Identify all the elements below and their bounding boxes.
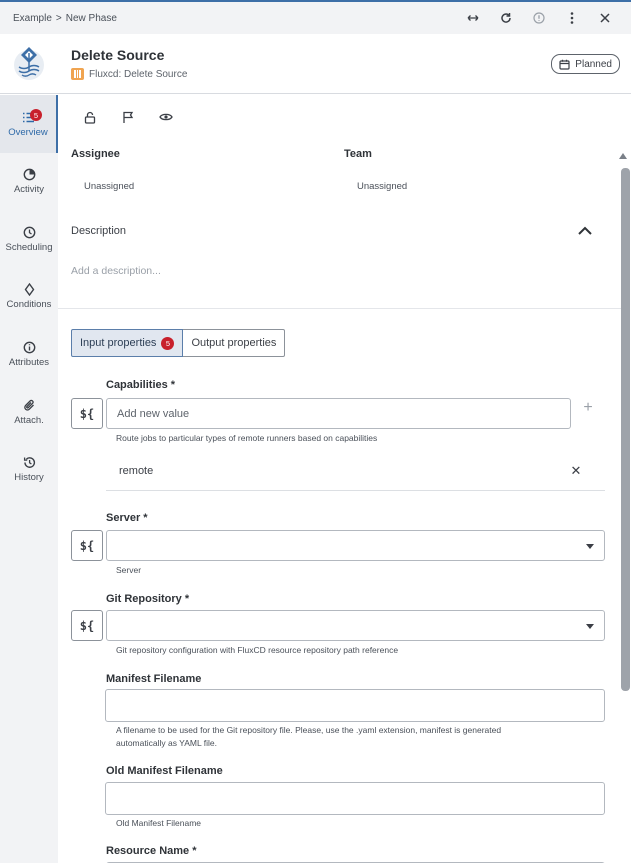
capabilities-variable-button[interactable]: ${ [71,398,103,429]
calendar-icon [559,59,570,70]
git-repository-label: Git Repository * [106,593,190,605]
phase-header: Delete Source Fluxcd: Delete Source Plan… [0,34,631,94]
sidebar-item-conditions[interactable]: Conditions [0,267,58,325]
divider [58,308,623,309]
sidebar-item-overview[interactable]: 5 Overview [0,95,58,153]
sidebar-item-scheduling[interactable]: Scheduling [0,210,58,268]
task-type-label: Fluxcd: Delete Source [89,68,188,80]
tab-input-properties[interactable]: Input properties 5 [71,329,184,357]
sidebar-item-attributes[interactable]: Attributes [0,325,58,383]
capabilities-help: Route jobs to particular types of remote… [116,433,378,443]
tab-label: Input properties [80,337,157,349]
more-vertical-icon[interactable] [555,2,588,34]
properties-tabs: Input properties 5 Output properties [71,329,286,357]
breadcrumb: Example > New Phase [13,13,117,24]
capabilities-label: Capabilities * [106,379,176,391]
pie-clock-icon [23,168,35,180]
breadcrumb-root[interactable]: Example [13,13,52,24]
sidebar-item-history[interactable]: History [0,440,58,498]
sidebar: 5 Overview Activity Scheduling Condition… [0,95,58,863]
manifest-filename-help: A filename to be used for the Git reposi… [116,724,501,750]
refresh-icon[interactable] [489,2,522,34]
history-icon [23,456,35,468]
capabilities-input[interactable]: Add new value [106,398,571,429]
old-manifest-filename-label: Old Manifest Filename [106,765,223,777]
clock-icon [23,226,35,238]
manifest-filename-help-line: A filename to be used for the Git reposi… [116,725,502,735]
capability-value: remote [119,465,154,477]
server-label: Server * [106,512,148,524]
team-value[interactable]: Unassigned [357,181,407,192]
task-type-icon [71,68,84,80]
sidebar-item-label: Attach. [14,414,44,426]
breadcrumb-current: New Phase [65,12,117,24]
git-repository-help: Git repository configuration with FluxCD… [116,645,399,655]
dropdown-caret-icon [586,544,594,549]
git-repository-variable-button[interactable]: ${ [71,610,103,641]
sidebar-item-attach[interactable]: Attach. [0,383,58,441]
flux-logo-icon [14,47,44,80]
diamond-icon [24,282,34,296]
server-help: Server [116,565,142,575]
chevron-up-icon[interactable] [577,225,593,237]
overview-badge: 5 [30,109,42,121]
add-value-icon[interactable]: + [581,399,595,416]
paperclip-icon [23,399,34,411]
git-repository-select[interactable] [106,610,605,641]
sidebar-item-label: Activity [13,183,45,195]
list-item: remote ✕ [106,452,605,491]
scrollbar-thumb[interactable] [621,168,630,691]
info-icon[interactable] [522,2,555,34]
manifest-filename-help-line: automatically as YAML file. [116,738,217,748]
scroll-up-arrow-icon[interactable] [619,153,627,159]
flag-icon[interactable] [118,109,137,125]
old-manifest-filename-help: Old Manifest Filename [116,818,202,828]
sidebar-item-label: Conditions [6,298,52,310]
info-circle-icon [23,341,35,353]
assignee-label: Assignee [71,148,120,160]
sidebar-item-label: History [14,471,44,483]
close-icon[interactable] [588,2,621,34]
description-label: Description [71,225,127,237]
description-input[interactable]: Add a description... [71,265,161,277]
top-bar: Example > New Phase [0,2,631,34]
old-manifest-filename-input[interactable] [105,782,605,815]
phase-actions [80,109,175,125]
capabilities-placeholder: Add new value [117,407,190,420]
resource-name-label: Resource Name * [106,845,197,857]
team-label: Team [344,148,372,160]
tab-label: Output properties [191,337,277,349]
sidebar-item-label: Overview [8,126,48,138]
tab-output-properties[interactable]: Output properties [183,329,286,357]
eye-icon[interactable] [156,109,175,125]
tab-badge: 5 [161,336,175,350]
main-panel: Assignee Unassigned Team Unassigned Desc… [58,95,631,863]
status-label: Planned [575,58,612,70]
remove-value-icon[interactable]: ✕ [569,463,583,478]
dropdown-caret-icon [586,624,594,629]
expand-horizontal-icon[interactable] [456,2,489,34]
breadcrumb-separator: > [55,12,62,24]
sidebar-item-label: Scheduling [5,241,53,253]
unlock-icon[interactable] [80,109,99,125]
sidebar-item-activity[interactable]: Activity [0,152,58,210]
manifest-filename-input[interactable] [105,689,605,722]
server-select[interactable] [106,530,605,561]
status-badge[interactable]: Planned [551,54,620,74]
task-type: Fluxcd: Delete Source [71,68,187,80]
topbar-actions [456,2,621,34]
manifest-filename-label: Manifest Filename [106,673,202,685]
page-title: Delete Source [71,47,165,63]
server-variable-button[interactable]: ${ [71,530,103,561]
assignee-value[interactable]: Unassigned [84,181,134,192]
sidebar-item-label: Attributes [8,356,50,368]
